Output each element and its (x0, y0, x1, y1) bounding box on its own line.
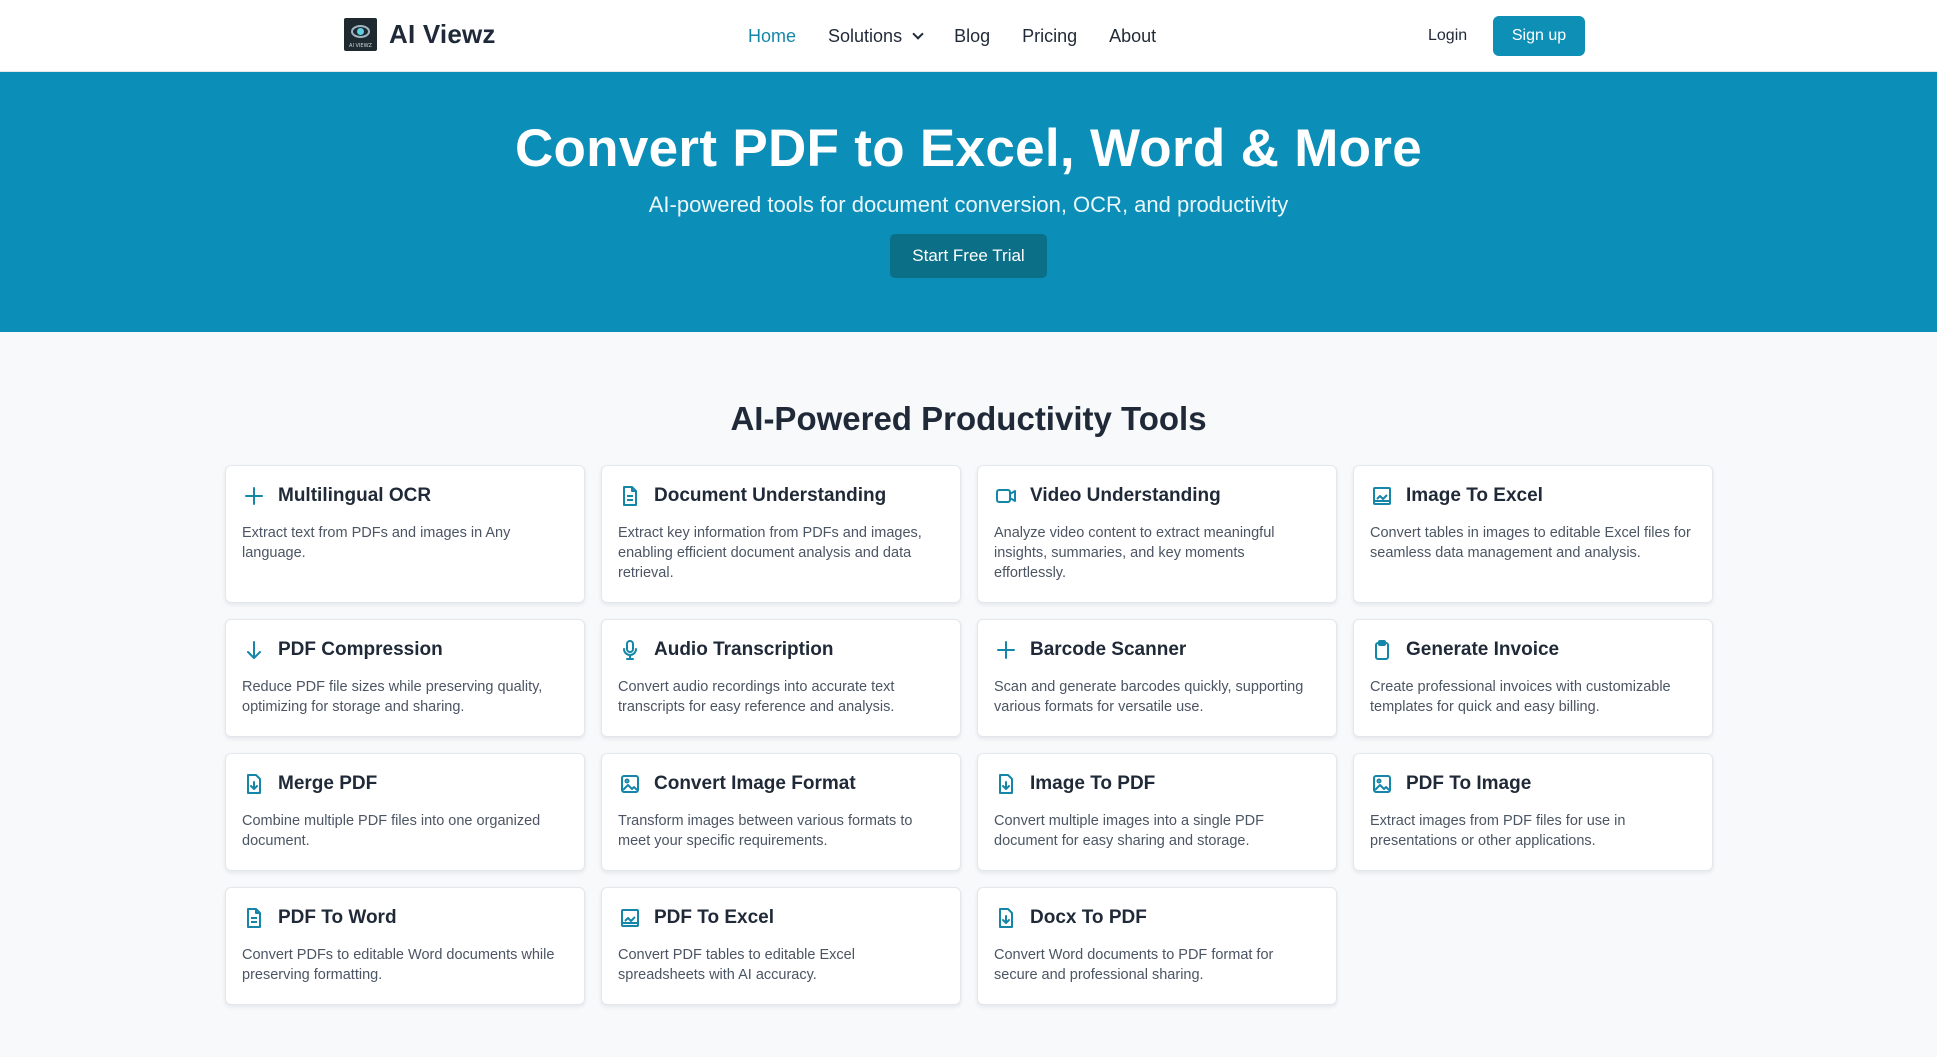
hero-title: Convert PDF to Excel, Word & More (514, 119, 1423, 178)
tool-card-description: Extract text from PDFs and images in Any… (242, 525, 511, 561)
tool-card[interactable]: Docx To PDF Convert Word documents to PD… (977, 887, 1337, 1005)
signup-button[interactable]: Sign up (1493, 16, 1585, 56)
nav-pricing[interactable]: Pricing (1022, 26, 1077, 47)
nav-blog[interactable]: Blog (954, 26, 990, 47)
tool-card[interactable]: Convert Image Format Transform images be… (601, 753, 961, 871)
chevron-down-icon (912, 28, 924, 40)
nav-about[interactable]: About (1109, 26, 1156, 47)
logo-icon: AI VIEWZ (344, 18, 377, 51)
image-icon (1373, 775, 1391, 793)
tool-card-title: PDF To Word (278, 907, 397, 928)
brand-name: AI Viewz (389, 19, 496, 49)
clipboard-icon (1375, 640, 1389, 660)
plus-icon (245, 487, 263, 505)
hero-subtitle: AI-powered tools for document conversion… (648, 192, 1289, 217)
start-free-trial-button[interactable]: Start Free Trial (890, 234, 1047, 278)
nav-home[interactable]: Home (748, 26, 796, 47)
hero-banner: Convert PDF to Excel, Word & More AI-pow… (0, 72, 1937, 332)
tool-card-title: Audio Transcription (654, 639, 834, 660)
tool-card-description: Convert Word documents to PDF format for… (994, 947, 1274, 983)
table-image-icon (621, 909, 639, 927)
tool-card[interactable]: Merge PDF Combine multiple PDF files int… (225, 753, 585, 871)
tool-card-description: Convert PDF tables to editable Excel spr… (618, 947, 855, 983)
login-link[interactable]: Login (1428, 0, 1467, 72)
tool-card-description: Scan and generate barcodes quickly, supp… (994, 679, 1304, 715)
nav-solutions-label: Solutions (828, 25, 903, 46)
brand-logo-link[interactable]: AI VIEWZ AI Viewz (344, 18, 496, 51)
tool-card-title: PDF Compression (278, 639, 443, 660)
image-icon (621, 775, 639, 793)
tool-card[interactable]: Image To PDF Convert multiple images int… (977, 753, 1337, 871)
file-download-icon (999, 908, 1013, 928)
tool-card-description: Extract images from PDF files for use in… (1370, 813, 1626, 849)
microphone-icon (623, 640, 637, 660)
tool-card-description: Convert PDFs to editable Word documents … (242, 947, 555, 983)
tool-card-title: PDF To Image (1406, 773, 1532, 794)
tools-grid: Multilingual OCR Extract text from PDFs … (225, 465, 1713, 1005)
tool-card[interactable]: PDF To Word Convert PDFs to editable Wor… (225, 887, 585, 1005)
tool-card-description: Convert tables in images to editable Exc… (1370, 525, 1691, 561)
tool-card-description: Analyze video content to extract meaning… (994, 525, 1275, 581)
tool-card-title: Video Understanding (1030, 485, 1221, 506)
nav-solutions[interactable]: Solutions (828, 25, 924, 47)
tool-card-title: Image To PDF (1030, 773, 1156, 794)
file-download-icon (999, 774, 1013, 794)
table-image-icon (1373, 487, 1391, 505)
top-navigation-bar: AI VIEWZ AI Viewz Home Solutions Blog Pr… (0, 0, 1937, 72)
tool-card-title: Convert Image Format (654, 773, 856, 794)
tool-card-description: Convert audio recordings into accurate t… (618, 679, 895, 715)
document-icon (623, 486, 637, 506)
tool-card-description: Combine multiple PDF files into one orga… (242, 813, 541, 849)
tool-card[interactable]: PDF To Excel Convert PDF tables to edita… (601, 887, 961, 1005)
tool-card-description: Transform images between various formats… (618, 813, 913, 849)
tool-card-title: Docx To PDF (1030, 907, 1147, 928)
tool-card-title: Image To Excel (1406, 485, 1543, 506)
main-nav: Home Solutions Blog Pricing About (748, 0, 1188, 72)
tool-card-title: Multilingual OCR (278, 485, 432, 506)
tool-card-title: Barcode Scanner (1030, 639, 1187, 660)
tool-card-description: Reduce PDF file sizes while preserving q… (242, 679, 543, 715)
document-icon (247, 908, 261, 928)
arrow-down-icon (247, 641, 261, 659)
tool-card[interactable]: Document Understanding Extract key infor… (601, 465, 961, 603)
tool-card-title: Document Understanding (654, 485, 887, 506)
tool-card[interactable]: Video Understanding Analyze video conten… (977, 465, 1337, 603)
tool-card-description: Extract key information from PDFs and im… (618, 525, 922, 581)
tool-card[interactable]: Multilingual OCR Extract text from PDFs … (225, 465, 585, 603)
file-download-icon (247, 774, 261, 794)
tool-card[interactable]: Barcode Scanner Scan and generate barcod… (977, 619, 1337, 737)
tool-card-description: Convert multiple images into a single PD… (994, 813, 1264, 849)
tool-card[interactable]: PDF To Image Extract images from PDF fil… (1353, 753, 1713, 871)
tool-card[interactable]: Audio Transcription Convert audio record… (601, 619, 961, 737)
tool-card-title: PDF To Excel (654, 907, 775, 928)
tools-section-title: AI-Powered Productivity Tools (730, 400, 1207, 437)
tool-card[interactable]: Image To Excel Convert tables in images … (1353, 465, 1713, 603)
plus-icon (997, 641, 1015, 659)
tool-card-description: Create professional invoices with custom… (1370, 679, 1671, 715)
tool-card[interactable]: PDF Compression Reduce PDF file sizes wh… (225, 619, 585, 737)
tool-card-title: Generate Invoice (1406, 639, 1560, 660)
video-camera-icon (996, 489, 1016, 503)
tool-card-title: Merge PDF (278, 773, 378, 794)
tool-card[interactable]: Generate Invoice Create professional inv… (1353, 619, 1713, 737)
